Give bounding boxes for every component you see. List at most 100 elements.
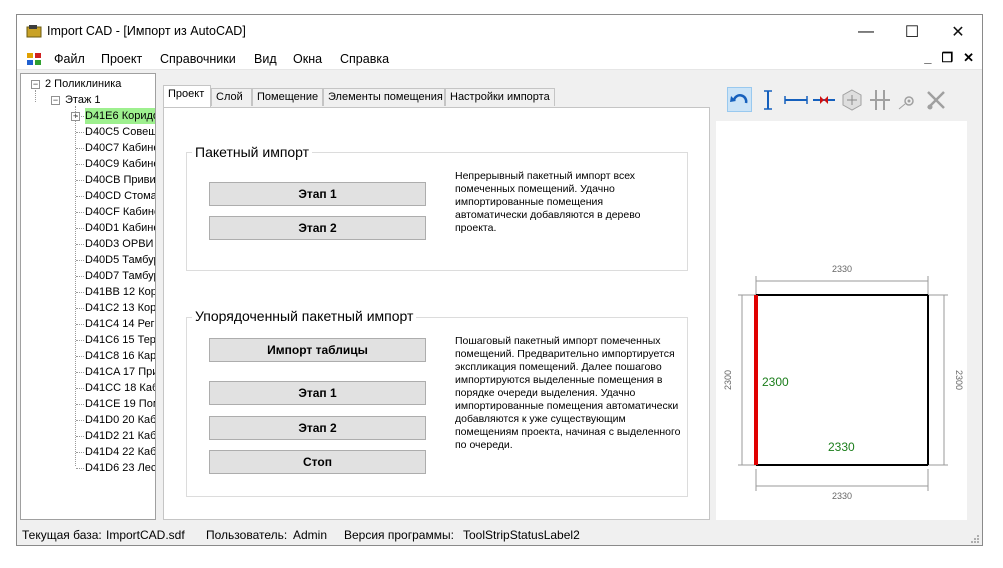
tree-line	[76, 388, 84, 389]
tree-line	[76, 228, 84, 229]
minimize-button[interactable]: —	[843, 15, 889, 48]
horizontal-dimension-icon	[783, 95, 808, 104]
tree-room-item[interactable]: D40D5 Тамбур	[85, 252, 155, 268]
menu-references[interactable]: Справочники	[160, 52, 236, 66]
tree-room-item[interactable]: D41CA 17 При	[85, 364, 155, 380]
room-preview[interactable]: 2330 2330 2300 2300 2300 2330	[716, 121, 967, 520]
cut-tool[interactable]	[923, 87, 948, 112]
tree-room-item[interactable]: D41E6 Коридо	[85, 108, 155, 124]
stop-button[interactable]: Стоп	[209, 450, 426, 474]
batch-import-title: Пакетный импорт	[192, 144, 313, 160]
tree-room-item[interactable]: D41C8 16 Кар	[85, 348, 155, 364]
tree-room-item[interactable]: D40C7 Кабине	[85, 140, 155, 156]
tree-line	[76, 308, 84, 309]
tree-room-item[interactable]: D41D0 20 Каб	[85, 412, 155, 428]
tree-room-item[interactable]: D41CC 18 Каб	[85, 380, 155, 396]
tree-room-item[interactable]: D41D6 23 Лес	[85, 460, 155, 476]
status-user-value: Admin	[293, 528, 328, 542]
status-db-value: ImportCAD.sdf	[106, 528, 185, 542]
menu-windows[interactable]: Окна	[293, 52, 322, 66]
undo-tool[interactable]	[727, 87, 752, 112]
dim-label-right: 2300	[954, 370, 964, 390]
dim-label-top: 2330	[832, 264, 852, 274]
tree-node-floor[interactable]: Этаж 1	[65, 92, 100, 108]
menu-project[interactable]: Проект	[101, 52, 142, 66]
split-wall-tool[interactable]	[811, 87, 836, 112]
tree-line	[76, 164, 84, 165]
dim-label-left: 2300	[723, 370, 733, 390]
tab-room-elements[interactable]: Элементы помещения	[323, 88, 445, 106]
batch-stage1-button[interactable]: Этап 1	[209, 182, 426, 206]
tree-room-item[interactable]: D41D2 21 Каб	[85, 428, 155, 444]
tab-room[interactable]: Помещение	[252, 88, 323, 106]
tree-room-item[interactable]: D41C4 14 Регі	[85, 316, 155, 332]
mdi-close-button[interactable]: ✕	[963, 50, 974, 66]
maximize-icon: ☐	[904, 23, 920, 41]
import-table-button[interactable]: Импорт таблицы	[209, 338, 426, 362]
batch-stage2-button[interactable]: Этап 2	[209, 216, 426, 240]
mdi-minimize-button[interactable]: _	[924, 50, 931, 66]
collapse-floor-icon[interactable]: −	[51, 96, 60, 105]
ordered-description: Пошаговый пакетный импорт помеченных пом…	[455, 335, 681, 451]
tree-room-item[interactable]: D41D4 22 Каб	[85, 444, 155, 460]
tree-room-item[interactable]: D40CB Привив	[85, 172, 155, 188]
window-title: Import CAD - [Импорт из AutoCAD]	[47, 24, 246, 38]
tree-room-item[interactable]: D41C6 15 Тера	[85, 332, 155, 348]
status-version-label: Версия программы:	[344, 528, 454, 542]
menu-file[interactable]: Файл	[54, 52, 85, 66]
tree-line	[76, 420, 84, 421]
batch-description: Непрерывный пакетный импорт всех помечен…	[455, 170, 641, 234]
grid-tool[interactable]	[867, 87, 892, 112]
title-bar: Import CAD - [Импорт из AutoCAD] — ☐ ✕	[17, 15, 982, 48]
maximize-button[interactable]: ☐	[889, 15, 935, 48]
tree-room-item[interactable]: D41CE 19 Пом	[85, 396, 155, 412]
status-bar: Текущая база: ImportCAD.sdf Пользователь…	[17, 524, 982, 545]
tree-room-item[interactable]: D40D7 Тамбур	[85, 268, 155, 284]
project-tab-panel: Пакетный импорт Этап 1 Этап 2 Непрерывны…	[163, 107, 710, 520]
tree-room-item[interactable]: D40C5 Совещ	[85, 124, 155, 140]
tab-project[interactable]: Проект	[163, 85, 211, 107]
tree-line	[76, 196, 84, 197]
tree-line	[75, 106, 76, 466]
horizontal-dim-tool[interactable]	[783, 87, 808, 112]
menu-view[interactable]: Вид	[254, 52, 277, 66]
tree-room-item[interactable]: D41C2 13 Кор	[85, 300, 155, 316]
project-tree[interactable]: − 2 Поликлиника − Этаж 1 + D41E6 Коридо D…	[20, 73, 156, 520]
collapse-root-icon[interactable]: −	[31, 80, 40, 89]
tree-line	[76, 212, 84, 213]
app-icon	[26, 25, 42, 38]
menu-help[interactable]: Справка	[340, 52, 389, 66]
vertical-dimension-icon	[763, 89, 772, 110]
resize-grip-icon[interactable]	[970, 534, 980, 544]
close-button[interactable]: ✕	[935, 15, 981, 48]
tree-node-root[interactable]: 2 Поликлиника	[45, 76, 121, 92]
dim-label-bottom: 2330	[832, 491, 852, 501]
tree-line	[76, 148, 84, 149]
main-window: Import CAD - [Импорт из AutoCAD] — ☐ ✕ Ф…	[16, 14, 983, 546]
mdi-restore-button[interactable]: ❐	[941, 50, 953, 66]
tab-layer[interactable]: Слой	[211, 88, 252, 106]
mdi-child-icon[interactable]	[26, 52, 42, 66]
tree-room-item[interactable]: D40D3 ОРВИ в	[85, 236, 155, 252]
tree-room-item[interactable]: D41BB 12 Кор	[85, 284, 155, 300]
wall-bottom-length: 2330	[828, 440, 855, 454]
tree-line	[76, 292, 84, 293]
mdi-controls: _ ❐ ✕	[924, 50, 974, 66]
tab-import-settings[interactable]: Настройки импорта	[445, 88, 555, 106]
tree-room-item[interactable]: D40C9 Кабине	[85, 156, 155, 172]
snap-tool[interactable]	[895, 87, 920, 112]
ordered-stage1-button[interactable]: Этап 1	[209, 381, 426, 405]
tree-room-item[interactable]: D40D1 Кабине	[85, 220, 155, 236]
add-point-icon	[842, 88, 861, 111]
ordered-import-title: Упорядоченный пакетный импорт	[192, 308, 417, 324]
room-drawing: 2330 2330 2300 2300 2300 2330	[723, 264, 964, 501]
add-point-tool[interactable]	[839, 87, 864, 112]
vertical-dim-tool[interactable]	[755, 87, 780, 112]
snap-icon	[898, 95, 914, 109]
tree-line	[76, 452, 84, 453]
tree-room-item[interactable]: D40CD Стомат	[85, 188, 155, 204]
tree-line	[76, 260, 84, 261]
tree-room-item[interactable]: D40CF Кабине	[85, 204, 155, 220]
ordered-stage2-button[interactable]: Этап 2	[209, 416, 426, 440]
tree-line	[76, 356, 84, 357]
